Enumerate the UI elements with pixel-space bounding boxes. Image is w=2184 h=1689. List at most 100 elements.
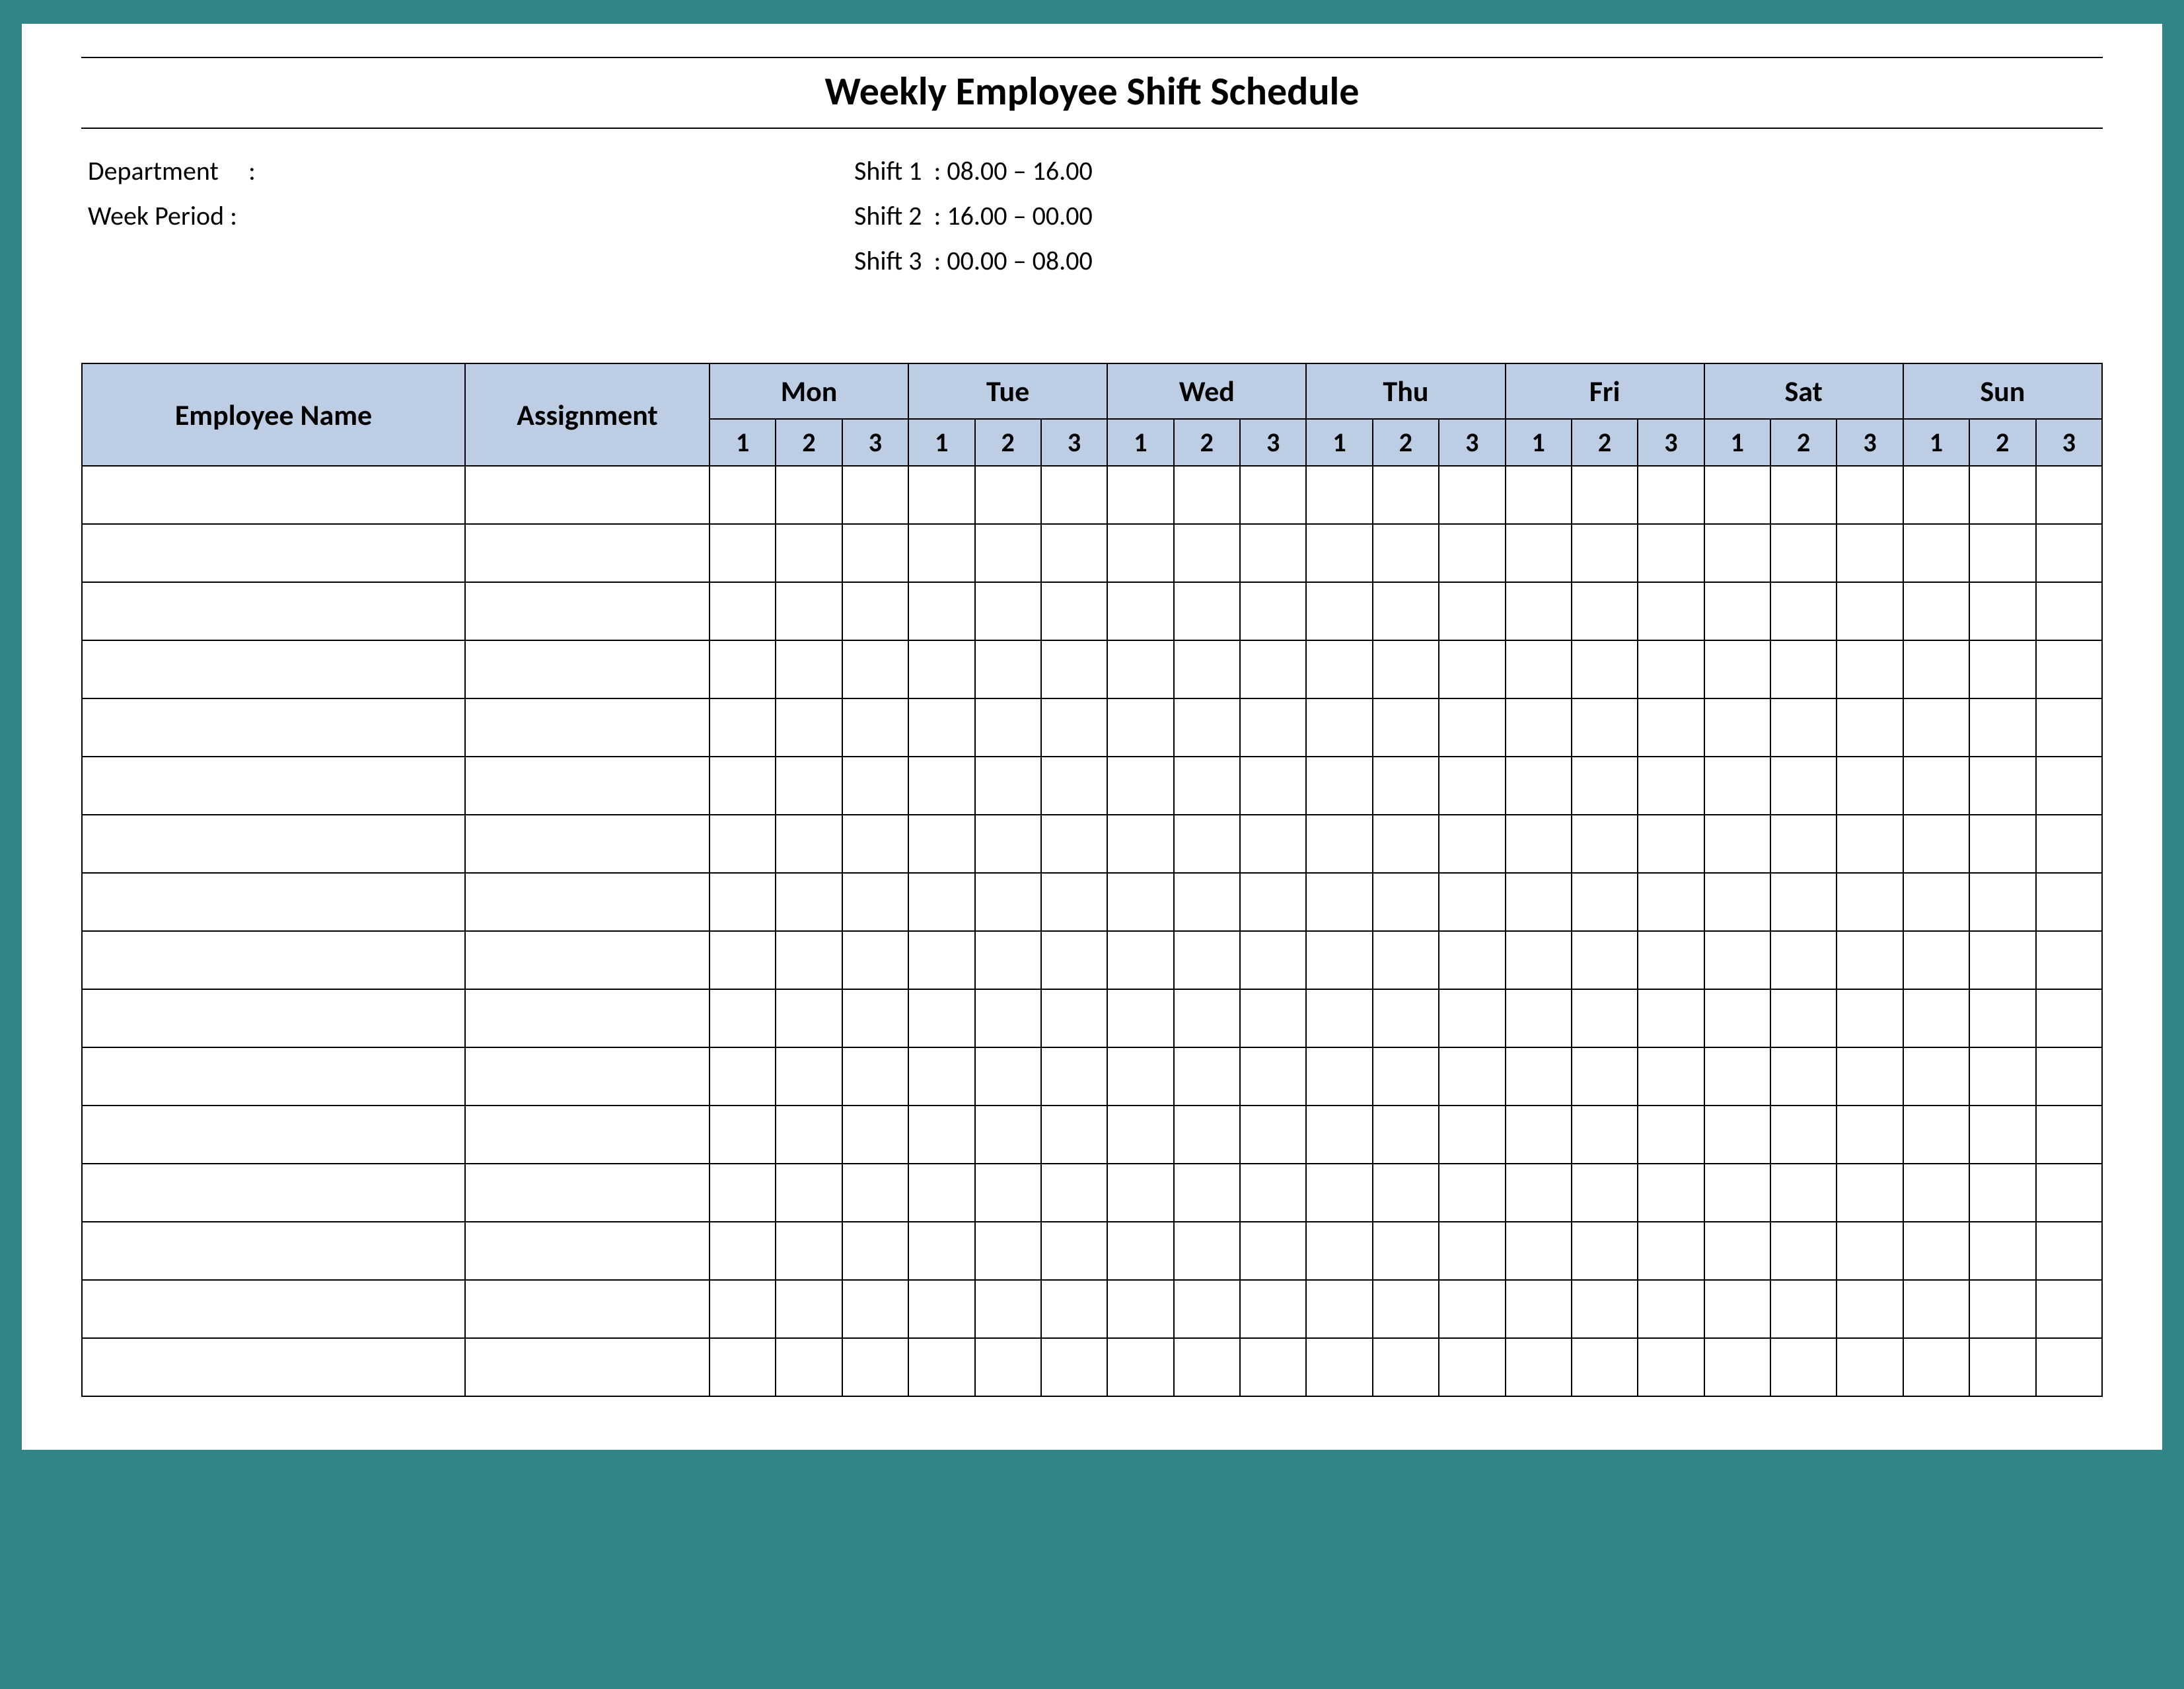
cell-shift[interactable] [1041, 815, 1107, 873]
cell-shift[interactable] [1572, 815, 1638, 873]
cell-shift[interactable] [1638, 698, 1704, 757]
cell-shift[interactable] [1174, 1047, 1240, 1106]
cell-shift[interactable] [1306, 582, 1372, 640]
cell-shift[interactable] [1373, 1338, 1439, 1396]
cell-shift[interactable] [1837, 640, 1903, 698]
cell-shift[interactable] [1837, 698, 1903, 757]
cell-shift[interactable] [908, 582, 974, 640]
cell-shift[interactable] [1506, 1338, 1572, 1396]
cell-shift[interactable] [1439, 582, 1505, 640]
cell-shift[interactable] [1969, 582, 2035, 640]
cell-shift[interactable] [1572, 1222, 1638, 1280]
cell-shift[interactable] [1306, 640, 1372, 698]
cell-shift[interactable] [776, 582, 842, 640]
cell-employee[interactable] [82, 757, 465, 815]
cell-shift[interactable] [1770, 757, 1837, 815]
cell-shift[interactable] [1240, 989, 1306, 1047]
cell-shift[interactable] [1770, 815, 1837, 873]
cell-shift[interactable] [1903, 1338, 1969, 1396]
cell-shift[interactable] [1704, 1047, 1770, 1106]
cell-shift[interactable] [1638, 466, 1704, 524]
cell-shift[interactable] [1903, 1164, 1969, 1222]
cell-shift[interactable] [908, 698, 974, 757]
cell-shift[interactable] [1969, 466, 2035, 524]
cell-shift[interactable] [1107, 873, 1173, 931]
cell-shift[interactable] [842, 640, 908, 698]
cell-shift[interactable] [1770, 466, 1837, 524]
cell-shift[interactable] [1439, 1280, 1505, 1338]
cell-shift[interactable] [975, 757, 1041, 815]
cell-shift[interactable] [710, 989, 776, 1047]
cell-employee[interactable] [82, 1222, 465, 1280]
cell-shift[interactable] [776, 815, 842, 873]
cell-shift[interactable] [2036, 640, 2103, 698]
cell-shift[interactable] [1638, 815, 1704, 873]
cell-shift[interactable] [1903, 698, 1969, 757]
cell-shift[interactable] [1572, 1338, 1638, 1396]
cell-shift[interactable] [1837, 757, 1903, 815]
cell-shift[interactable] [1306, 1338, 1372, 1396]
cell-shift[interactable] [1704, 989, 1770, 1047]
cell-shift[interactable] [1903, 582, 1969, 640]
cell-shift[interactable] [975, 466, 1041, 524]
cell-shift[interactable] [1373, 1047, 1439, 1106]
cell-shift[interactable] [710, 1164, 776, 1222]
cell-shift[interactable] [842, 1164, 908, 1222]
cell-shift[interactable] [842, 1280, 908, 1338]
cell-shift[interactable] [908, 815, 974, 873]
cell-shift[interactable] [1306, 815, 1372, 873]
cell-shift[interactable] [975, 989, 1041, 1047]
cell-shift[interactable] [1704, 757, 1770, 815]
cell-shift[interactable] [1439, 1222, 1505, 1280]
cell-shift[interactable] [1506, 1222, 1572, 1280]
cell-shift[interactable] [1240, 524, 1306, 582]
cell-shift[interactable] [1770, 1106, 1837, 1164]
cell-shift[interactable] [1506, 640, 1572, 698]
cell-shift[interactable] [2036, 989, 2103, 1047]
cell-shift[interactable] [908, 1338, 974, 1396]
cell-shift[interactable] [1373, 1280, 1439, 1338]
cell-shift[interactable] [2036, 698, 2103, 757]
cell-shift[interactable] [776, 640, 842, 698]
cell-assignment[interactable] [465, 582, 710, 640]
cell-shift[interactable] [710, 582, 776, 640]
cell-shift[interactable] [975, 931, 1041, 989]
cell-shift[interactable] [1572, 466, 1638, 524]
cell-assignment[interactable] [465, 1106, 710, 1164]
cell-shift[interactable] [1770, 989, 1837, 1047]
cell-shift[interactable] [1174, 873, 1240, 931]
cell-shift[interactable] [1704, 640, 1770, 698]
cell-shift[interactable] [1903, 931, 1969, 989]
cell-shift[interactable] [908, 989, 974, 1047]
cell-shift[interactable] [1837, 815, 1903, 873]
cell-shift[interactable] [1174, 466, 1240, 524]
cell-shift[interactable] [1373, 931, 1439, 989]
cell-shift[interactable] [1174, 640, 1240, 698]
cell-shift[interactable] [1770, 1280, 1837, 1338]
cell-employee[interactable] [82, 1047, 465, 1106]
cell-shift[interactable] [1704, 873, 1770, 931]
cell-assignment[interactable] [465, 757, 710, 815]
cell-shift[interactable] [1373, 1222, 1439, 1280]
cell-shift[interactable] [842, 1106, 908, 1164]
cell-shift[interactable] [776, 1164, 842, 1222]
cell-shift[interactable] [1572, 989, 1638, 1047]
cell-shift[interactable] [1506, 1106, 1572, 1164]
cell-shift[interactable] [1240, 466, 1306, 524]
cell-shift[interactable] [1041, 1338, 1107, 1396]
cell-shift[interactable] [1306, 524, 1372, 582]
cell-shift[interactable] [908, 757, 974, 815]
cell-assignment[interactable] [465, 698, 710, 757]
cell-shift[interactable] [975, 1047, 1041, 1106]
cell-shift[interactable] [908, 1222, 974, 1280]
cell-assignment[interactable] [465, 640, 710, 698]
cell-shift[interactable] [1439, 1047, 1505, 1106]
cell-shift[interactable] [1174, 1280, 1240, 1338]
cell-shift[interactable] [1107, 1106, 1173, 1164]
cell-shift[interactable] [1638, 757, 1704, 815]
cell-shift[interactable] [1174, 1164, 1240, 1222]
cell-shift[interactable] [710, 931, 776, 989]
cell-shift[interactable] [1041, 1106, 1107, 1164]
cell-shift[interactable] [908, 1280, 974, 1338]
cell-shift[interactable] [1439, 466, 1505, 524]
